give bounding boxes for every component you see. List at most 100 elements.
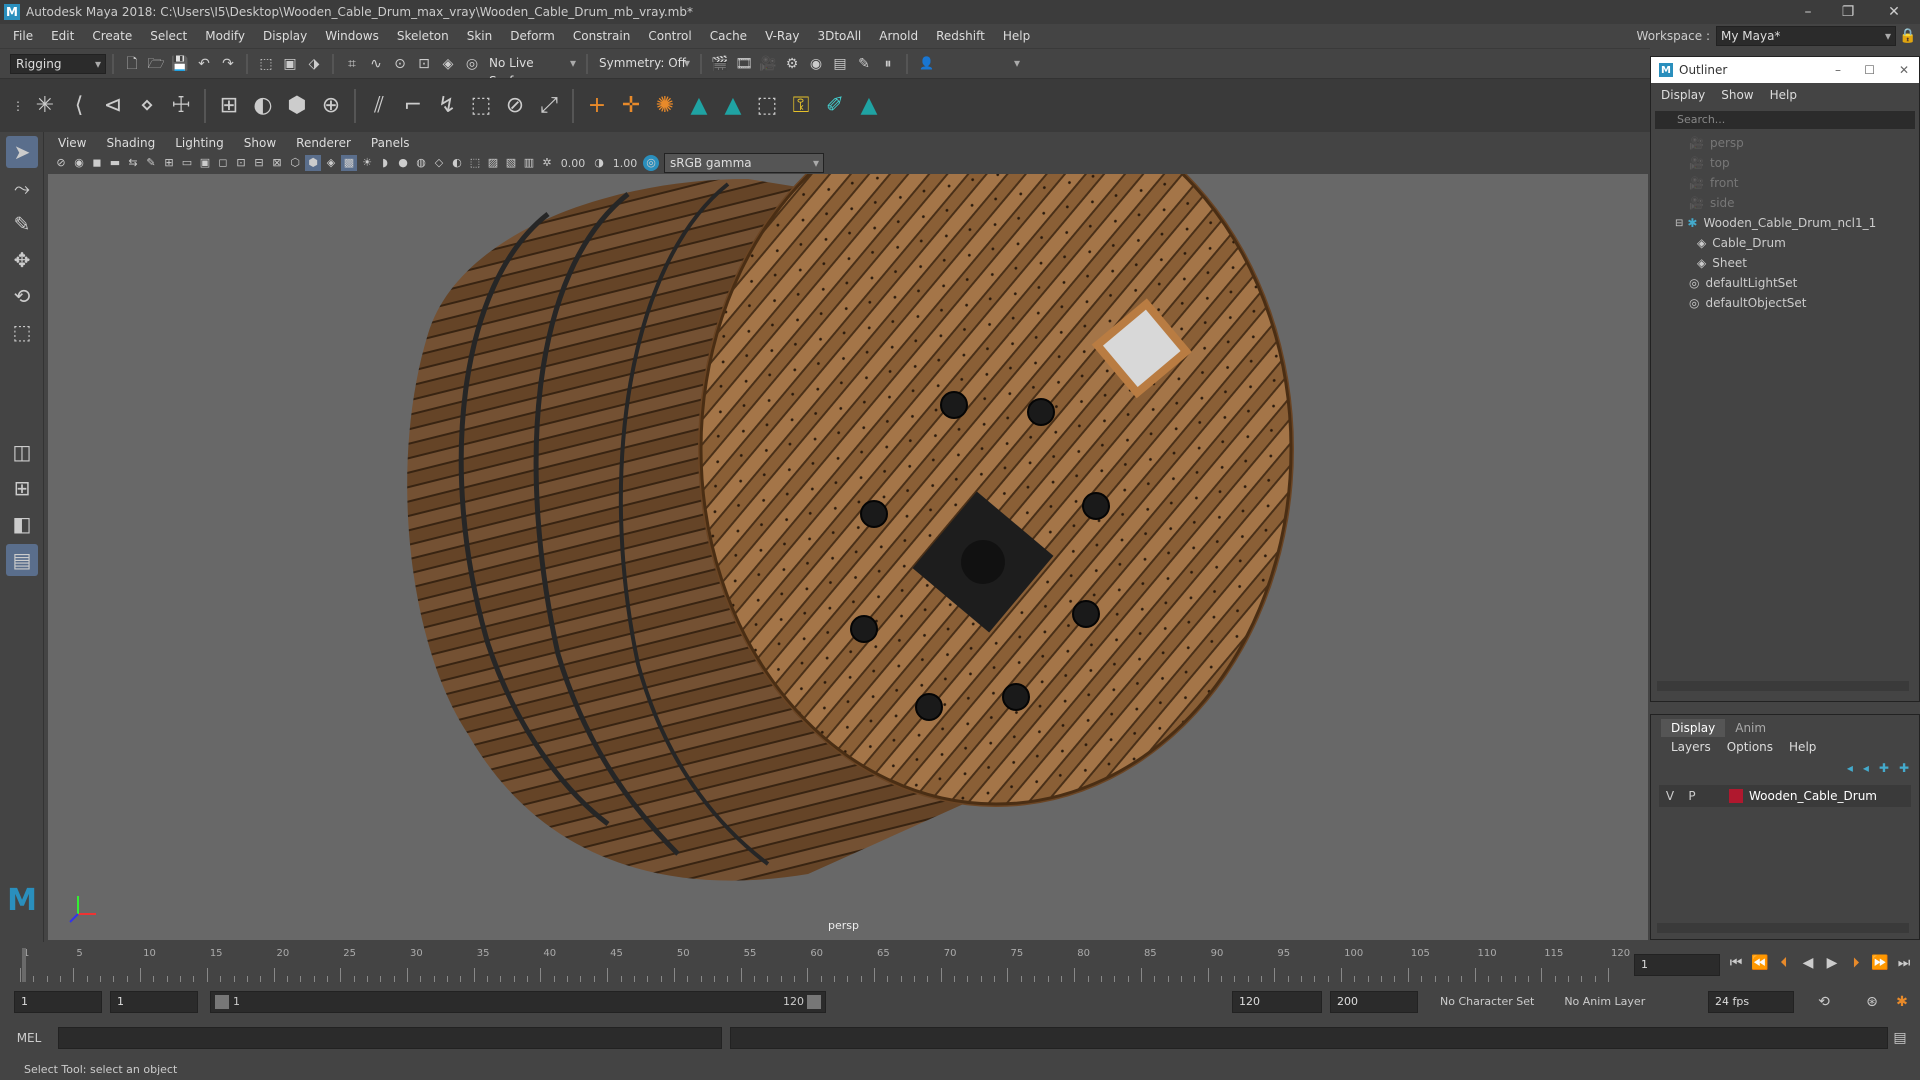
playback-end-field[interactable]: 120 [1232,991,1322,1013]
rotate-tool-icon[interactable]: ⟲ [6,280,38,312]
humanik-icon[interactable]: ☩ [167,92,195,120]
tab-anim[interactable]: Anim [1725,719,1776,737]
scale-tool-icon[interactable]: ⬚ [6,316,38,348]
menu-edit[interactable]: Edit [42,29,83,43]
safe-action-icon[interactable]: ⊟ [251,155,267,171]
make-live-icon[interactable]: ◎ [463,55,481,73]
outliner-hscrollbar[interactable] [1657,681,1909,691]
outliner-search-input[interactable]: Search... [1655,111,1915,129]
menu-file[interactable]: File [4,29,42,43]
collapse-icon[interactable]: ⊟ [1675,218,1683,229]
character-set-dropdown[interactable]: No Character Set [1440,995,1534,1008]
mirror-joint-icon[interactable]: ▲ [855,92,883,120]
menu-control[interactable]: Control [639,29,700,43]
outliner-item[interactable]: ◈ Cable_Drum [1651,233,1919,253]
go-to-end-icon[interactable]: ⏭ [1895,954,1913,972]
gamma-icon[interactable]: ◑ [591,155,607,171]
exposure-value[interactable]: 0.00 [556,157,590,170]
outliner-item[interactable]: 🎥 top [1651,153,1919,173]
menu-create[interactable]: Create [83,29,141,43]
shadows-icon[interactable]: ◗ [377,155,393,171]
menu-skin[interactable]: Skin [458,29,502,43]
outliner-item[interactable]: ◎ defaultObjectSet [1651,293,1919,313]
workspace-dropdown[interactable]: My Maya* [1716,26,1896,46]
layer-row[interactable]: V P Wooden_Cable_Drum [1659,785,1911,807]
smooth-shade-icon[interactable]: ⬢ [305,155,321,171]
open-scene-icon[interactable]: 🗁 [147,55,165,73]
soft-mod-icon[interactable]: ⊘ [501,92,529,120]
menu-display[interactable]: Display [254,29,316,43]
ik-spline-icon[interactable]: ⊲ [99,92,127,120]
snap-view-icon[interactable]: ⊡ [415,55,433,73]
menuset-dropdown[interactable]: Rigging [10,53,106,74]
go-to-start-icon[interactable]: ⏮ [1727,954,1745,972]
outliner-menu-help[interactable]: Help [1770,88,1797,102]
undo-icon[interactable]: ↶ [195,55,213,73]
menu-constrain[interactable]: Constrain [564,29,640,43]
parent-constraint-icon[interactable]: ▲ [719,92,747,120]
auto-key-icon[interactable]: ⊛ [1863,993,1881,1011]
xray-icon[interactable]: ▨ [485,155,501,171]
tab-display[interactable]: Display [1661,719,1726,737]
fps-dropdown[interactable]: 24 fps [1708,991,1794,1013]
pole-vector-icon[interactable]: ⬚ [753,92,781,120]
use-all-lights-icon[interactable]: ☀ [359,155,375,171]
range-bar[interactable]: 1 120 [210,991,826,1013]
grid-icon[interactable]: ⊞ [161,155,177,171]
redo-icon[interactable]: ↷ [219,55,237,73]
playback-start-field[interactable]: 1 [110,991,198,1013]
ik-handle-icon[interactable]: ⟨ [65,92,93,120]
outliner-item[interactable]: 🎥 front [1651,173,1919,193]
panel-menu-renderer[interactable]: Renderer [296,136,351,150]
current-time-marker[interactable] [22,948,26,982]
set-driven-key-icon[interactable]: ⚿ [787,92,815,120]
panel-menu-show[interactable]: Show [244,136,276,150]
maximize-icon[interactable]: ☐ [1864,63,1875,77]
pause-icon[interactable]: ⏸ [879,55,897,73]
play-forward-icon[interactable]: ▶ [1823,954,1841,972]
safe-title-icon[interactable]: ⊠ [269,155,285,171]
cluster-icon[interactable]: ⫽ [365,92,393,120]
render-view-icon[interactable]: 🎬 [711,55,729,73]
aim-constraint-icon[interactable]: ✛ [617,92,645,120]
sculpt-icon[interactable]: ⬚ [467,92,495,120]
grease-pencil-icon[interactable]: ✎ [143,155,159,171]
point-on-curve-icon[interactable]: ⌐ [399,92,427,120]
2d-pan-icon[interactable]: ⇆ [125,155,141,171]
xray-components-icon[interactable]: ▥ [521,155,537,171]
minimize-button[interactable]: – [1788,0,1828,24]
move-layer-up-icon[interactable]: ◂ [1847,761,1853,775]
curve-warp-icon[interactable]: ↯ [433,92,461,120]
command-language-label[interactable]: MEL [0,1031,58,1045]
motion-blur-icon[interactable]: ◍ [413,155,429,171]
menu-arnold[interactable]: Arnold [870,29,927,43]
snap-surface-icon[interactable]: ◈ [439,55,457,73]
shelf-options-icon[interactable]: ⋮ [11,92,25,120]
select-object-icon[interactable]: ▣ [281,55,299,73]
viewport-persp[interactable]: persp [48,174,1648,940]
paint-select-tool-icon[interactable]: ✎ [6,208,38,240]
orient-constraint-icon[interactable]: ✺ [651,92,679,120]
outliner-item[interactable]: ◎ defaultLightSet [1651,273,1919,293]
colorspace-dropdown[interactable]: sRGB gamma [664,153,824,173]
step-forward-key-icon[interactable]: ⏵ [1847,954,1865,972]
outliner-layout-icon[interactable]: ▤ [6,544,38,576]
step-back-frame-icon[interactable]: ⏪ [1751,954,1769,972]
live-surface-field[interactable]: No Live Surface [484,53,580,88]
save-scene-icon[interactable]: 💾 [171,55,189,73]
select-component-icon[interactable]: ⬗ [305,55,323,73]
time-slider[interactable]: 1 5 10 15 20 25 30 35 40 45 50 55 60 65 70 75 80 85 90 95 10… [0,946,1920,984]
menu-redshift[interactable]: Redshift [927,29,994,43]
outliner-menu-display[interactable]: Display [1661,88,1705,102]
range-end-handle[interactable] [807,995,821,1009]
time-ruler[interactable]: 1 5 10 15 20 25 30 35 40 45 50 55 60 65 70 75 80 85 90 95 10… [20,946,1630,984]
anim-layer-dropdown[interactable]: No Anim Layer [1564,995,1645,1008]
ipr-render-icon[interactable]: 🎥 [759,55,777,73]
select-camera-icon[interactable]: ⊘ [53,155,69,171]
minimize-icon[interactable]: – [1835,63,1841,77]
outliner-item[interactable]: ⊟ ✱ Wooden_Cable_Drum_ncl1_1 [1651,213,1919,233]
menu-cache[interactable]: Cache [701,29,756,43]
layer-menu-layers[interactable]: Layers [1671,740,1711,754]
panel-menu-view[interactable]: View [58,136,86,150]
textured-icon[interactable]: ▩ [341,155,357,171]
